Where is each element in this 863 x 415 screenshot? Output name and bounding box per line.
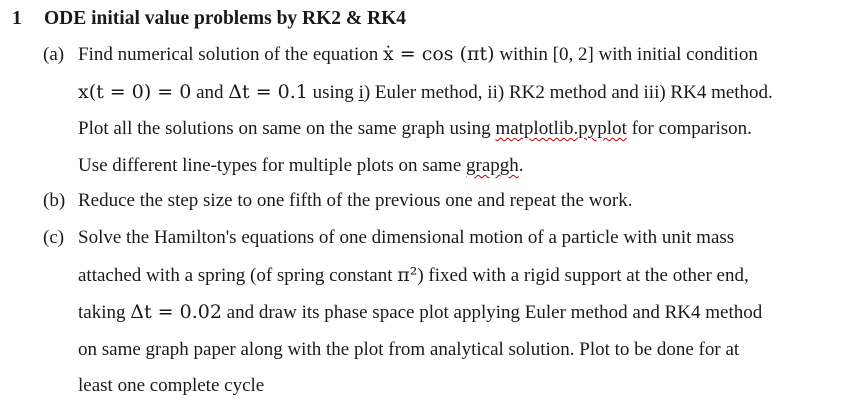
part-a-linetype-text: Use different line-types for multiple pl…	[78, 155, 462, 176]
section-number: 1	[12, 8, 22, 29]
misspelled-word: grapgh	[466, 155, 519, 176]
part-c-text: Solve the Hamilton's equations of one di…	[78, 227, 735, 248]
part-b-label: (b)	[43, 190, 66, 211]
part-c-line-4: on same graph paper along with the plot …	[78, 339, 739, 361]
ode-equation: ẋ = cos (πt)	[383, 43, 495, 65]
part-a-period: .	[518, 155, 524, 176]
part-c-support-text: ) fixed with a rigid support at the othe…	[417, 265, 749, 286]
part-a-methods: ) Euler method, ii) RK2 method and iii) …	[363, 82, 773, 103]
part-c-taking: taking	[78, 302, 126, 323]
part-a-line-2: x(t = 0) = 0 and Δt = 0.1 using i) Euler…	[78, 81, 773, 104]
part-a-comparison: for comparison.	[631, 118, 752, 139]
section-heading: 1 ODE initial value problems by RK2 & RK4	[12, 8, 406, 30]
step-size-c: Δt = 0.02	[130, 301, 222, 323]
part-b-line: (b) Reduce the step size to one fifth of …	[43, 190, 633, 212]
section-title: ODE initial value problems by RK2 & RK4	[44, 8, 407, 29]
part-c-analytical-text: on same graph paper along with the plot …	[78, 339, 740, 360]
part-a-line-3: Plot all the solutions on same on the sa…	[78, 118, 752, 140]
part-c-spring-text: attached with a spring (of spring consta…	[78, 265, 393, 286]
part-c-line-5: least one complete cycle	[78, 375, 264, 397]
part-a-using: using	[312, 82, 354, 103]
part-c-cycle-text: least one complete cycle	[78, 375, 265, 396]
initial-condition: x(t = 0) = 0	[78, 81, 192, 103]
part-c-phase-text: and draw its phase space plot applying E…	[226, 302, 763, 323]
part-a-plot-text: Plot all the solutions on same on the sa…	[78, 118, 491, 139]
library-name: matplotlib.pyplot	[495, 118, 627, 139]
part-c-line-2: attached with a spring (of spring consta…	[78, 264, 749, 287]
part-c-line-1: (c) Solve the Hamilton's equations of one…	[43, 227, 734, 249]
part-a-label: (a)	[43, 44, 65, 65]
part-a-line-1: (a) Find numerical solution of the equati…	[43, 43, 758, 66]
part-c-label: (c)	[43, 227, 65, 248]
part-a-text: Find numerical solution of the equation	[78, 44, 379, 65]
part-b-text: Reduce the step size to one fifth of the…	[78, 190, 633, 211]
part-a-text-cont: within [0, 2] with initial condition	[499, 44, 758, 65]
step-size: Δt = 0.1	[228, 81, 308, 103]
spring-constant: π²	[397, 264, 418, 286]
part-a-line-4: Use different line-types for multiple pl…	[78, 155, 524, 177]
part-a-and: and	[196, 82, 224, 103]
part-c-line-3: taking Δt = 0.02 and draw its phase spac…	[78, 301, 762, 324]
